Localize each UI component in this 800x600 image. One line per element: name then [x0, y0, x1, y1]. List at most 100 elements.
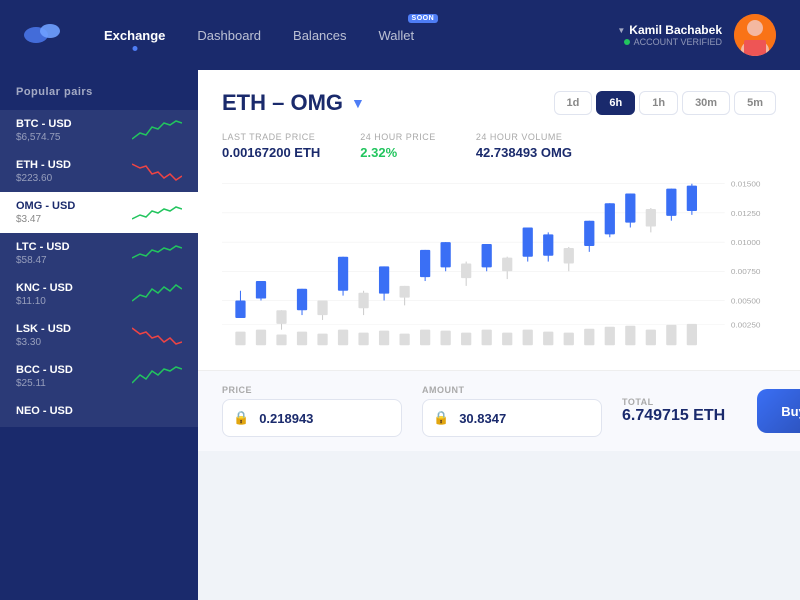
pair-btc-usd[interactable]: BTC - USD $6,574.75 — [0, 110, 198, 151]
pair-ltc-price: $58.47 — [16, 255, 132, 266]
total-label: TOTAL — [622, 397, 725, 407]
pair-omg-name: OMG - USD — [16, 200, 132, 212]
stats-row: Last trade price 0.00167200 ETH 24 hour … — [222, 132, 776, 160]
pair-ltc-usd[interactable]: LTC - USD $58.47 — [0, 233, 198, 274]
sidebar-title: Popular pairs — [0, 86, 198, 110]
user-section: Kamil Bachabek ACCOUNT VERIFIED — [617, 14, 776, 56]
user-info: Kamil Bachabek ACCOUNT VERIFIED — [617, 23, 722, 47]
tf-1h[interactable]: 1h — [639, 91, 678, 115]
timeframe-buttons: 1d 6h 1h 30m 5m — [554, 91, 776, 115]
pair-btc-name: BTC - USD — [16, 118, 132, 130]
price-24h-value: 2.32% — [360, 145, 436, 160]
volume-24h-stat: 24 hour volume 42.738493 OMG — [476, 132, 572, 160]
bcc-chart-icon — [132, 365, 182, 389]
tf-5m[interactable]: 5m — [734, 91, 776, 115]
pair-knc-info: KNC - USD $11.10 — [16, 282, 132, 307]
ltc-chart-icon — [132, 242, 182, 266]
last-trade-value: 0.00167200 ETH — [222, 145, 320, 160]
candlestick-chart: 0.01500 0.01250 0.01000 0.00750 0.00500 … — [222, 174, 776, 354]
pair-ltc-info: LTC - USD $58.47 — [16, 241, 132, 266]
header: Exchange Dashboard Balances Wallet SOON … — [0, 0, 800, 70]
pair-eth-name: ETH - USD — [16, 159, 132, 171]
pair-neo-usd[interactable]: NEO - USD — [0, 397, 198, 427]
total-group: TOTAL 6.749715 ETH — [622, 397, 725, 425]
pair-bcc-name: BCC - USD — [16, 364, 132, 376]
pair-lsk-usd[interactable]: LSK - USD $3.30 — [0, 315, 198, 356]
price-24h-stat: 24 hour price 2.32% — [360, 132, 436, 160]
pair-lsk-name: LSK - USD — [16, 323, 132, 335]
pair-bcc-info: BCC - USD $25.11 — [16, 364, 132, 389]
svg-text:0.01250: 0.01250 — [731, 209, 761, 218]
pair-omg-usd[interactable]: OMG - USD $3.47 — [0, 192, 198, 233]
soon-badge: SOON — [408, 14, 439, 23]
buy-button-label: Buy 30.8347 OMG — [781, 404, 800, 419]
pair-lsk-info: LSK - USD $3.30 — [16, 323, 132, 348]
pair-eth-usd[interactable]: ETH - USD $223.60 — [0, 151, 198, 192]
pair-neo-info: NEO - USD — [16, 405, 182, 419]
order-section: PRICE 🔒 ETH ▲ ▼ AMOUNT 🔒 OMG — [198, 370, 800, 451]
price-label: PRICE — [222, 385, 402, 395]
nav-wallet[interactable]: Wallet SOON — [379, 24, 415, 47]
amount-input-row: 🔒 OMG ▲ ▼ — [422, 399, 602, 437]
amount-group: AMOUNT 🔒 OMG ▲ ▼ — [422, 385, 602, 437]
pair-btc-price: $6,574.75 — [16, 132, 132, 143]
chart-svg: 0.01500 0.01250 0.01000 0.00750 0.00500 … — [222, 174, 776, 354]
eth-chart-icon — [132, 160, 182, 184]
svg-text:0.01000: 0.01000 — [731, 238, 761, 247]
buy-button[interactable]: Buy 30.8347 OMG → — [757, 389, 800, 433]
btc-chart-icon — [132, 119, 182, 143]
svg-text:0.00750: 0.00750 — [731, 267, 761, 276]
chart-section: ETH – OMG ▼ 1d 6h 1h 30m 5m Last trade p… — [198, 70, 800, 370]
volume-24h-label: 24 hour volume — [476, 132, 572, 142]
avatar-image — [734, 14, 776, 56]
lsk-chart-icon — [132, 324, 182, 348]
svg-text:0.00250: 0.00250 — [731, 321, 761, 330]
user-name[interactable]: Kamil Bachabek — [617, 23, 722, 37]
pair-ltc-name: LTC - USD — [16, 241, 132, 253]
chart-header: ETH – OMG ▼ 1d 6h 1h 30m 5m — [222, 90, 776, 116]
nav-exchange[interactable]: Exchange — [104, 24, 165, 47]
tf-6h[interactable]: 6h — [596, 91, 635, 115]
pair-bcc-usd[interactable]: BCC - USD $25.11 — [0, 356, 198, 397]
status-dot-icon — [624, 39, 630, 45]
nav-balances[interactable]: Balances — [293, 24, 346, 47]
svg-text:0.00500: 0.00500 — [731, 297, 761, 306]
pair-knc-usd[interactable]: KNC - USD $11.10 — [0, 274, 198, 315]
amount-input[interactable] — [459, 411, 602, 426]
price-group: PRICE 🔒 ETH ▲ ▼ — [222, 385, 402, 437]
knc-chart-icon — [132, 283, 182, 307]
main-nav: Exchange Dashboard Balances Wallet SOON — [104, 24, 617, 47]
tf-30m[interactable]: 30m — [682, 91, 730, 115]
volume-24h-value: 42.738493 OMG — [476, 145, 572, 160]
pair-lsk-price: $3.30 — [16, 337, 132, 348]
total-value: 6.749715 ETH — [622, 407, 725, 425]
user-status: ACCOUNT VERIFIED — [617, 37, 722, 47]
price-input[interactable] — [259, 411, 402, 426]
price-input-row: 🔒 ETH ▲ ▼ — [222, 399, 402, 437]
sidebar: Popular pairs BTC - USD $6,574.75 ETH - … — [0, 70, 198, 600]
avatar — [734, 14, 776, 56]
pair-knc-price: $11.10 — [16, 296, 132, 307]
last-trade-stat: Last trade price 0.00167200 ETH — [222, 132, 320, 160]
omg-chart-icon — [132, 201, 182, 225]
pair-neo-name: NEO - USD — [16, 405, 182, 417]
pair-title-arrow-icon: ▼ — [351, 95, 365, 111]
main-content: ETH – OMG ▼ 1d 6h 1h 30m 5m Last trade p… — [198, 70, 800, 600]
pair-eth-price: $223.60 — [16, 173, 132, 184]
svg-text:0.01500: 0.01500 — [731, 180, 761, 189]
pair-omg-price: $3.47 — [16, 214, 132, 225]
nav-dashboard[interactable]: Dashboard — [197, 24, 261, 47]
pair-omg-info: OMG - USD $3.47 — [16, 200, 132, 225]
pair-eth-info: ETH - USD $223.60 — [16, 159, 132, 184]
main-layout: Popular pairs BTC - USD $6,574.75 ETH - … — [0, 70, 800, 600]
pair-btc-info: BTC - USD $6,574.75 — [16, 118, 132, 143]
amount-lock-icon: 🔒 — [423, 410, 459, 426]
logo-icon — [24, 21, 64, 49]
pair-bcc-price: $25.11 — [16, 378, 132, 389]
price-24h-label: 24 hour price — [360, 132, 436, 142]
last-trade-label: Last trade price — [222, 132, 320, 142]
chart-pair-title: ETH – OMG ▼ — [222, 90, 365, 116]
amount-label: AMOUNT — [422, 385, 602, 395]
lock-icon: 🔒 — [223, 410, 259, 426]
tf-1d[interactable]: 1d — [554, 91, 593, 115]
